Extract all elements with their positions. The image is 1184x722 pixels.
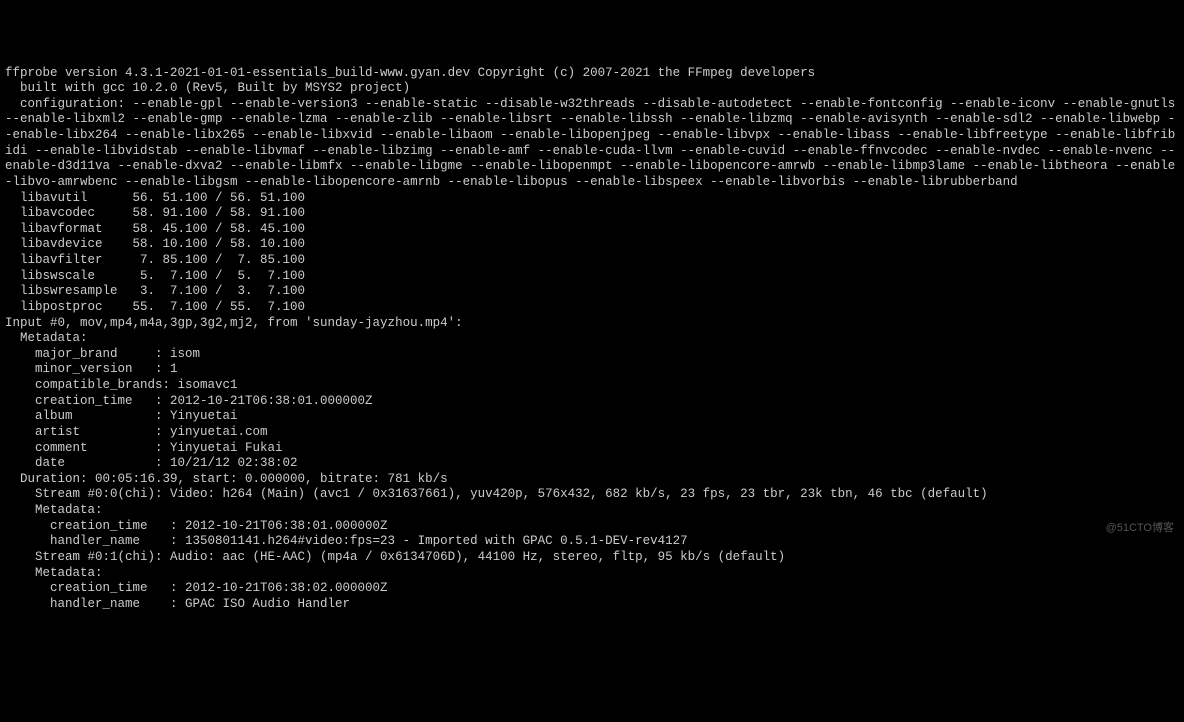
terminal-line: minor_version : 1 <box>5 362 1179 378</box>
terminal-line: Stream #0:0(chi): Video: h264 (Main) (av… <box>5 487 1179 503</box>
terminal-line: libswscale 5. 7.100 / 5. 7.100 <box>5 269 1179 285</box>
terminal-line: libavdevice 58. 10.100 / 58. 10.100 <box>5 237 1179 253</box>
terminal-line: creation_time : 2012-10-21T06:38:01.0000… <box>5 519 1179 535</box>
watermark-text: @51CTO博客 <box>1106 522 1174 536</box>
terminal-line: album : Yinyuetai <box>5 409 1179 425</box>
terminal-line: libavcodec 58. 91.100 / 58. 91.100 <box>5 206 1179 222</box>
terminal-line: comment : Yinyuetai Fukai <box>5 441 1179 457</box>
terminal-line: libpostproc 55. 7.100 / 55. 7.100 <box>5 300 1179 316</box>
terminal-line: handler_name : GPAC ISO Audio Handler <box>5 597 1179 613</box>
terminal-line: Metadata: <box>5 331 1179 347</box>
terminal-line: built with gcc 10.2.0 (Rev5, Built by MS… <box>5 81 1179 97</box>
terminal-line: ffprobe version 4.3.1-2021-01-01-essenti… <box>5 66 1179 82</box>
terminal-line: creation_time : 2012-10-21T06:38:01.0000… <box>5 394 1179 410</box>
terminal-line: Input #0, mov,mp4,m4a,3gp,3g2,mj2, from … <box>5 316 1179 332</box>
terminal-line: libavutil 56. 51.100 / 56. 51.100 <box>5 191 1179 207</box>
terminal-line: handler_name : 1350801141.h264#video:fps… <box>5 534 1179 550</box>
terminal-line: Metadata: <box>5 503 1179 519</box>
terminal-line: configuration: --enable-gpl --enable-ver… <box>5 97 1179 191</box>
terminal-line: Stream #0:1(chi): Audio: aac (HE-AAC) (m… <box>5 550 1179 566</box>
terminal-line: date : 10/21/12 02:38:02 <box>5 456 1179 472</box>
terminal-line: libavformat 58. 45.100 / 58. 45.100 <box>5 222 1179 238</box>
terminal-line: libswresample 3. 7.100 / 3. 7.100 <box>5 284 1179 300</box>
terminal-line: Metadata: <box>5 566 1179 582</box>
terminal-line: artist : yinyuetai.com <box>5 425 1179 441</box>
terminal-output: ffprobe version 4.3.1-2021-01-01-essenti… <box>5 66 1179 613</box>
terminal-line: libavfilter 7. 85.100 / 7. 85.100 <box>5 253 1179 269</box>
terminal-line: compatible_brands: isomavc1 <box>5 378 1179 394</box>
terminal-line: Duration: 00:05:16.39, start: 0.000000, … <box>5 472 1179 488</box>
terminal-line: creation_time : 2012-10-21T06:38:02.0000… <box>5 581 1179 597</box>
terminal-line: major_brand : isom <box>5 347 1179 363</box>
